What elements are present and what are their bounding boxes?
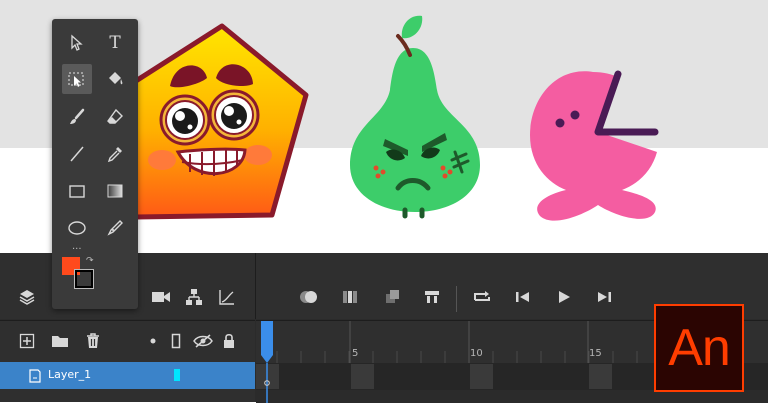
rectangle-icon — [69, 185, 85, 198]
stack-icon[interactable] — [380, 286, 404, 308]
layer-header — [0, 320, 255, 363]
toolbar-separator — [456, 286, 457, 312]
layers-icon[interactable] — [16, 286, 38, 308]
layer-parenting-icon[interactable] — [183, 286, 205, 308]
bucket-icon — [109, 72, 123, 85]
gradient-icon — [107, 184, 123, 198]
eraser-icon — [107, 108, 123, 124]
free-transform-tool[interactable] — [62, 64, 92, 94]
insert-frame-icon[interactable] — [420, 286, 444, 308]
brush-tool[interactable] — [62, 102, 92, 132]
pear-character[interactable] — [350, 15, 480, 219]
new-folder-icon[interactable] — [50, 331, 70, 351]
layer-name[interactable]: Layer_1 — [48, 368, 91, 381]
oval-icon — [68, 221, 86, 235]
lock-icon[interactable] — [220, 331, 238, 351]
pen-tool[interactable] — [100, 213, 130, 243]
step-back-icon[interactable] — [511, 286, 535, 308]
eyedropper-tool[interactable] — [100, 139, 130, 169]
eyedropper-icon — [107, 147, 122, 163]
empty-layer-area — [0, 389, 255, 402]
brush-icon — [70, 108, 85, 124]
ruler-frame-5: 5 — [352, 348, 359, 359]
pen-icon — [107, 220, 123, 236]
graph-icon[interactable] — [216, 286, 238, 308]
dot-icon[interactable] — [146, 333, 160, 349]
tools-panel: T ... ↷ — [52, 19, 138, 309]
text-tool[interactable]: T — [100, 28, 130, 58]
ruler-frame-10: 10 — [470, 348, 483, 359]
onion-skin-icon[interactable] — [297, 286, 321, 308]
playhead[interactable] — [260, 321, 276, 403]
more-tools-ellipsis[interactable]: ... — [72, 242, 82, 252]
line-icon — [70, 146, 84, 162]
eraser-tool[interactable] — [100, 102, 130, 132]
stroke-color-swatch[interactable] — [75, 270, 93, 288]
edit-multiple-frames-icon[interactable] — [338, 286, 362, 308]
arrow-icon — [71, 34, 83, 51]
swap-colors-icon[interactable]: ↷ — [86, 256, 94, 266]
selection-tool[interactable] — [62, 28, 92, 58]
step-forward-icon[interactable] — [592, 286, 616, 308]
outline-icon[interactable] — [168, 331, 184, 351]
layer-color-tag[interactable] — [174, 369, 180, 381]
camera-icon[interactable] — [150, 286, 172, 308]
paint-bucket-tool[interactable] — [100, 64, 130, 94]
oval-tool[interactable] — [62, 213, 92, 243]
loop-icon[interactable] — [470, 286, 494, 308]
layer-type-icon — [29, 369, 41, 383]
visibility-icon[interactable] — [192, 331, 214, 351]
delete-icon[interactable] — [83, 331, 103, 351]
rectangle-tool[interactable] — [62, 176, 92, 206]
color-swatches[interactable]: ↷ — [62, 256, 94, 289]
play-icon[interactable] — [552, 286, 576, 308]
transform-icon — [68, 72, 84, 87]
pink-blob-character[interactable] — [530, 70, 659, 221]
layer-row-layer-1[interactable]: Layer_1 — [0, 362, 255, 389]
ruler-frame-15: 15 — [589, 348, 602, 359]
line-tool[interactable] — [62, 139, 92, 169]
text-T-icon: T — [109, 33, 121, 53]
adobe-animate-logo: An — [654, 304, 744, 392]
new-layer-icon[interactable] — [17, 331, 37, 351]
gradient-tool[interactable] — [100, 176, 130, 206]
